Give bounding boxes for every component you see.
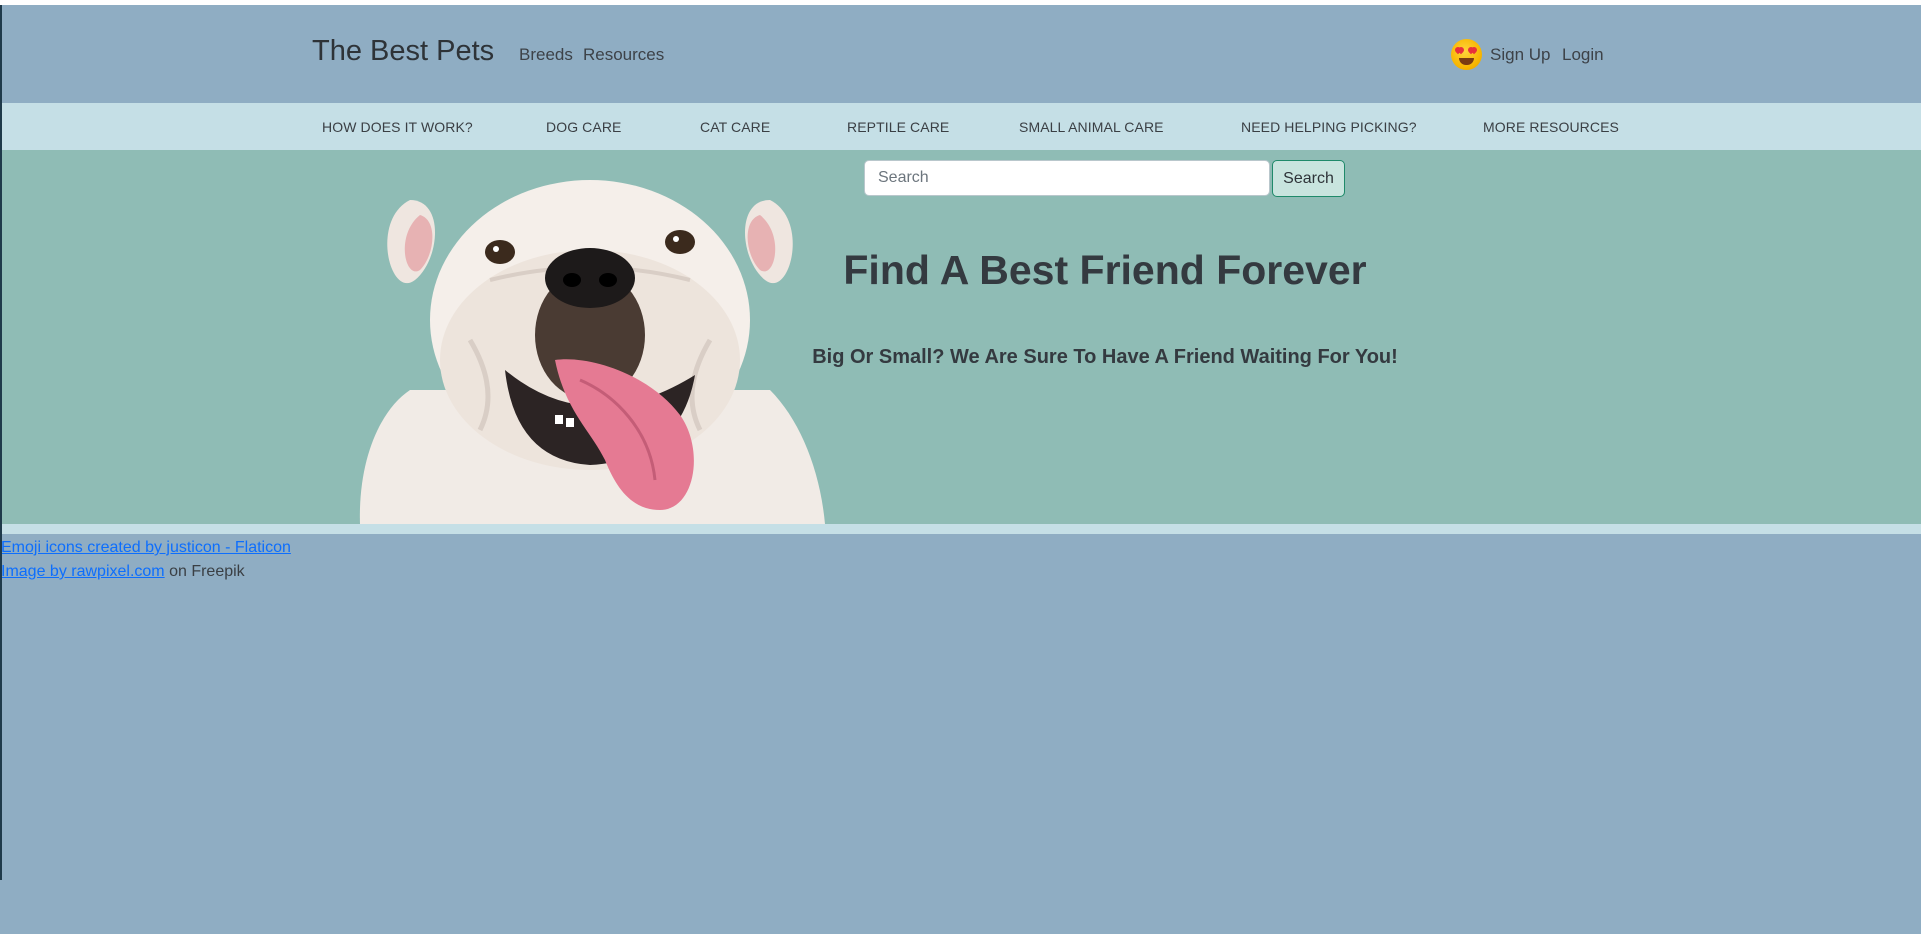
hero-bottom-divider [0,524,1921,534]
hero-banner: Search Find A Best Friend Forever Big Or… [0,150,1921,524]
sign-up-link[interactable]: Sign Up [1490,45,1550,65]
image-credit-suffix: on Freepik [164,563,245,580]
heart-eyes-emoji-icon [1451,39,1482,70]
category-small-animal-care[interactable]: SMALL ANIMAL CARE [1019,119,1164,135]
window-left-edge [0,5,2,880]
bulldog-image [359,180,825,524]
attribution-credits: Emoji icons created by justicon - Flatic… [1,536,291,584]
nav-breeds-link[interactable]: Breeds [519,45,573,65]
category-cat-care[interactable]: CAT CARE [700,119,770,135]
category-more-resources[interactable]: MORE RESOURCES [1483,119,1619,135]
hero-subtitle: Big Or Small? We Are Sure To Have A Frie… [812,346,1398,368]
emoji-credit-link[interactable]: Emoji icons created by justicon - Flatic… [1,539,291,556]
category-need-helping-picking[interactable]: NEED HELPING PICKING? [1241,119,1417,135]
login-link[interactable]: Login [1562,45,1604,65]
site-header: The Best Pets Breeds Resources Sign Up L… [0,5,1921,103]
image-credit-link[interactable]: Image by rawpixel.com [1,563,165,580]
search-input[interactable] [864,160,1270,196]
category-reptile-care[interactable]: REPTILE CARE [847,119,949,135]
hero-title: Find A Best Friend Forever [843,247,1367,293]
category-dog-care[interactable]: DOG CARE [546,119,621,135]
category-how-does-it-work[interactable]: HOW DOES IT WORK? [322,119,473,135]
category-nav-bar: HOW DOES IT WORK? DOG CARE CAT CARE REPT… [0,103,1921,150]
nav-resources-link[interactable]: Resources [583,45,664,65]
search-button[interactable]: Search [1272,160,1345,197]
brand-logo-text[interactable]: The Best Pets [312,35,494,68]
